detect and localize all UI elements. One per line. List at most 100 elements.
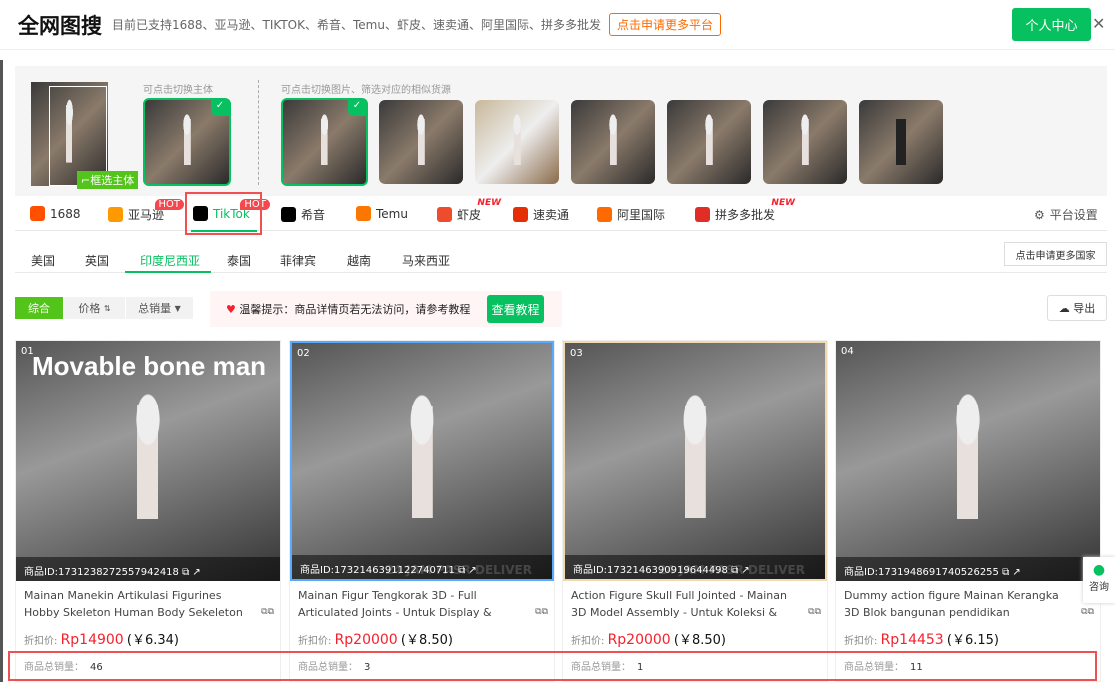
copy-title-icon[interactable]: ⧉⧉ [535, 604, 548, 621]
sort-arrows-icon: ⇅ [103, 303, 111, 313]
product-title[interactable]: Dummy action figure Mainan Kerangka 3D B… [836, 581, 1100, 625]
product-title-text: Action Figure Skull Full Jointed - Maina… [571, 589, 787, 625]
country-tab[interactable]: 美国 [31, 252, 55, 269]
product-price: 折扣价: Rp20000 (￥8.50) [563, 625, 827, 652]
country-tab[interactable]: 菲律宾 [280, 252, 316, 269]
product-title[interactable]: Action Figure Skull Full Jointed - Maina… [563, 581, 827, 625]
similar-thumb[interactable] [571, 100, 655, 184]
price-idr: Rp20000 [607, 632, 671, 648]
platform-tab[interactable]: 速卖通 [513, 206, 569, 223]
country-tab[interactable]: 印度尼西亚 [140, 252, 200, 269]
platform-label: 1688 [50, 206, 81, 221]
platform-tab[interactable]: 亚马逊 HOT [108, 199, 185, 223]
consult-label: 咨询 [1089, 582, 1109, 593]
product-title-text: Mainan Figur Tengkorak 3D - Full Articul… [298, 589, 492, 625]
platform-tab[interactable]: 1688 [30, 206, 81, 221]
gear-icon: ⚙ [1034, 207, 1045, 222]
export-label: 导出 [1073, 302, 1096, 315]
image-overlay-text: Movable bone man [32, 351, 267, 381]
similar-thumb[interactable] [667, 100, 751, 184]
sort-price[interactable]: 价格 ⇅ [64, 297, 125, 319]
product-price: 折扣价: Rp14900 (￥6.34) [16, 625, 280, 652]
window-edge [0, 60, 3, 682]
product-card[interactable]: 04 商品ID:1731948691740526255 ⧉ ↗ Dummy ac… [835, 340, 1101, 682]
country-tab[interactable]: 越南 [347, 252, 371, 269]
platform-tab[interactable]: 虾皮 NEW [437, 198, 501, 223]
similar-thumb[interactable]: ✓ [281, 98, 368, 186]
box-select-button[interactable]: ⌐框选主体 [77, 171, 139, 189]
product-card[interactable]: Movable bone man 01 商品ID:173123827255794… [15, 340, 281, 682]
sort-all[interactable]: 综合 [15, 297, 63, 319]
price-idr: Rp20000 [334, 632, 398, 648]
product-id-bar: 商品ID:1732146390919644498 ⧉ ↗ [565, 555, 825, 579]
platform-tab[interactable]: 拼多多批发 NEW [695, 198, 795, 223]
external-link-icon[interactable]: ↗ [741, 565, 749, 576]
external-link-icon[interactable]: ↗ [192, 567, 200, 578]
personal-center-button[interactable]: 个人中心 [1012, 8, 1091, 41]
platform-logo-icon [108, 207, 123, 222]
copy-icon[interactable]: ⧉ [182, 567, 189, 578]
platform-label: 速卖通 [533, 208, 570, 222]
copy-title-icon[interactable]: ⧉⧉ [808, 604, 821, 621]
close-icon[interactable]: ✕ [1092, 14, 1105, 33]
platform-tab[interactable]: 希音 [281, 206, 325, 223]
country-tab[interactable]: 泰国 [227, 252, 251, 269]
similar-thumb[interactable] [859, 100, 943, 184]
platform-label: Temu [376, 206, 408, 221]
price-idr: Rp14453 [880, 632, 944, 648]
copy-title-icon[interactable]: ⧉⧉ [261, 604, 274, 621]
platform-logo-icon [281, 207, 296, 222]
platform-settings-button[interactable]: ⚙ 平台设置 [1034, 206, 1098, 223]
product-price: 折扣价: Rp14453 (￥6.15) [836, 625, 1100, 652]
product-image[interactable]: 24 JAM PASR DELIVER 02 商品ID:173214639112… [290, 341, 554, 581]
product-image[interactable]: Movable bone man 01 商品ID:173123827255794… [16, 341, 280, 581]
product-image[interactable]: 24 JAM PASR DELIVER 03 商品ID:173214639091… [563, 341, 827, 581]
settings-label: 平台设置 [1049, 208, 1098, 222]
sort-sales[interactable]: 总销量 ▼ [126, 297, 193, 319]
divider [258, 80, 259, 185]
country-tab[interactable]: 英国 [85, 252, 109, 269]
apply-country-button[interactable]: 点击申请更多国家 [1004, 242, 1107, 266]
platform-badge: NEW [771, 198, 796, 208]
active-country-underline [125, 271, 211, 273]
subject-hint: 可点击切换主体 [143, 85, 213, 96]
product-number: 02 [297, 348, 310, 359]
platform-tab[interactable]: Temu [356, 206, 408, 221]
copy-title-icon[interactable]: ⧉⧉ [1081, 604, 1094, 621]
export-button[interactable]: ☁ 导出 [1047, 295, 1107, 321]
product-number: 04 [841, 346, 854, 357]
consult-button[interactable]: ● 咨询 [1083, 557, 1115, 603]
similar-thumb[interactable] [475, 100, 559, 184]
product-card[interactable]: 24 JAM PASR DELIVER 03 商品ID:173214639091… [562, 340, 828, 682]
product-number: 01 [21, 346, 34, 357]
header: 全网图搜 目前已支持1688、亚马逊、TIKTOK、希音、Temu、虾皮、速卖通… [0, 0, 1115, 50]
highlight-box [185, 192, 262, 235]
external-link-icon[interactable]: ↗ [468, 565, 476, 576]
product-number: 03 [570, 348, 583, 359]
subject-thumb[interactable]: ✓ [143, 98, 231, 186]
product-id: 商品ID:1731238272557942418 [24, 567, 179, 578]
sales-highlight-box [8, 651, 1097, 681]
country-tab[interactable]: 马来西亚 [402, 252, 450, 269]
similar-thumb[interactable] [379, 100, 463, 184]
price-cny: (￥8.50) [400, 633, 453, 648]
product-card[interactable]: 24 JAM PASR DELIVER 02 商品ID:173214639112… [289, 340, 555, 682]
product-title[interactable]: Mainan Figur Tengkorak 3D - Full Articul… [290, 581, 554, 625]
check-icon: ✓ [211, 100, 229, 116]
copy-icon[interactable]: ⧉ [1002, 567, 1009, 578]
product-title-text: Mainan Manekin Artikulasi Figurines Hobb… [24, 589, 243, 625]
discount-label: 折扣价: [844, 636, 878, 647]
similar-hint: 可点击切换图片、筛选对应的相似货源 [281, 85, 451, 96]
product-id: 商品ID:1731948691740526255 [844, 567, 999, 578]
wechat-icon: ● [1092, 562, 1106, 578]
price-idr: Rp14900 [60, 632, 124, 648]
tutorial-button[interactable]: 查看教程 [487, 295, 544, 323]
platform-tab[interactable]: 阿里国际 [597, 206, 665, 223]
product-title[interactable]: Mainan Manekin Artikulasi Figurines Hobb… [16, 581, 280, 625]
apply-platform-button[interactable]: 点击申请更多平台 [608, 13, 721, 36]
copy-icon[interactable]: ⧉ [731, 565, 738, 576]
external-link-icon[interactable]: ↗ [1012, 567, 1020, 578]
product-image[interactable]: 04 商品ID:1731948691740526255 ⧉ ↗ [836, 341, 1100, 581]
copy-icon[interactable]: ⧉ [458, 565, 465, 576]
similar-thumb[interactable] [763, 100, 847, 184]
